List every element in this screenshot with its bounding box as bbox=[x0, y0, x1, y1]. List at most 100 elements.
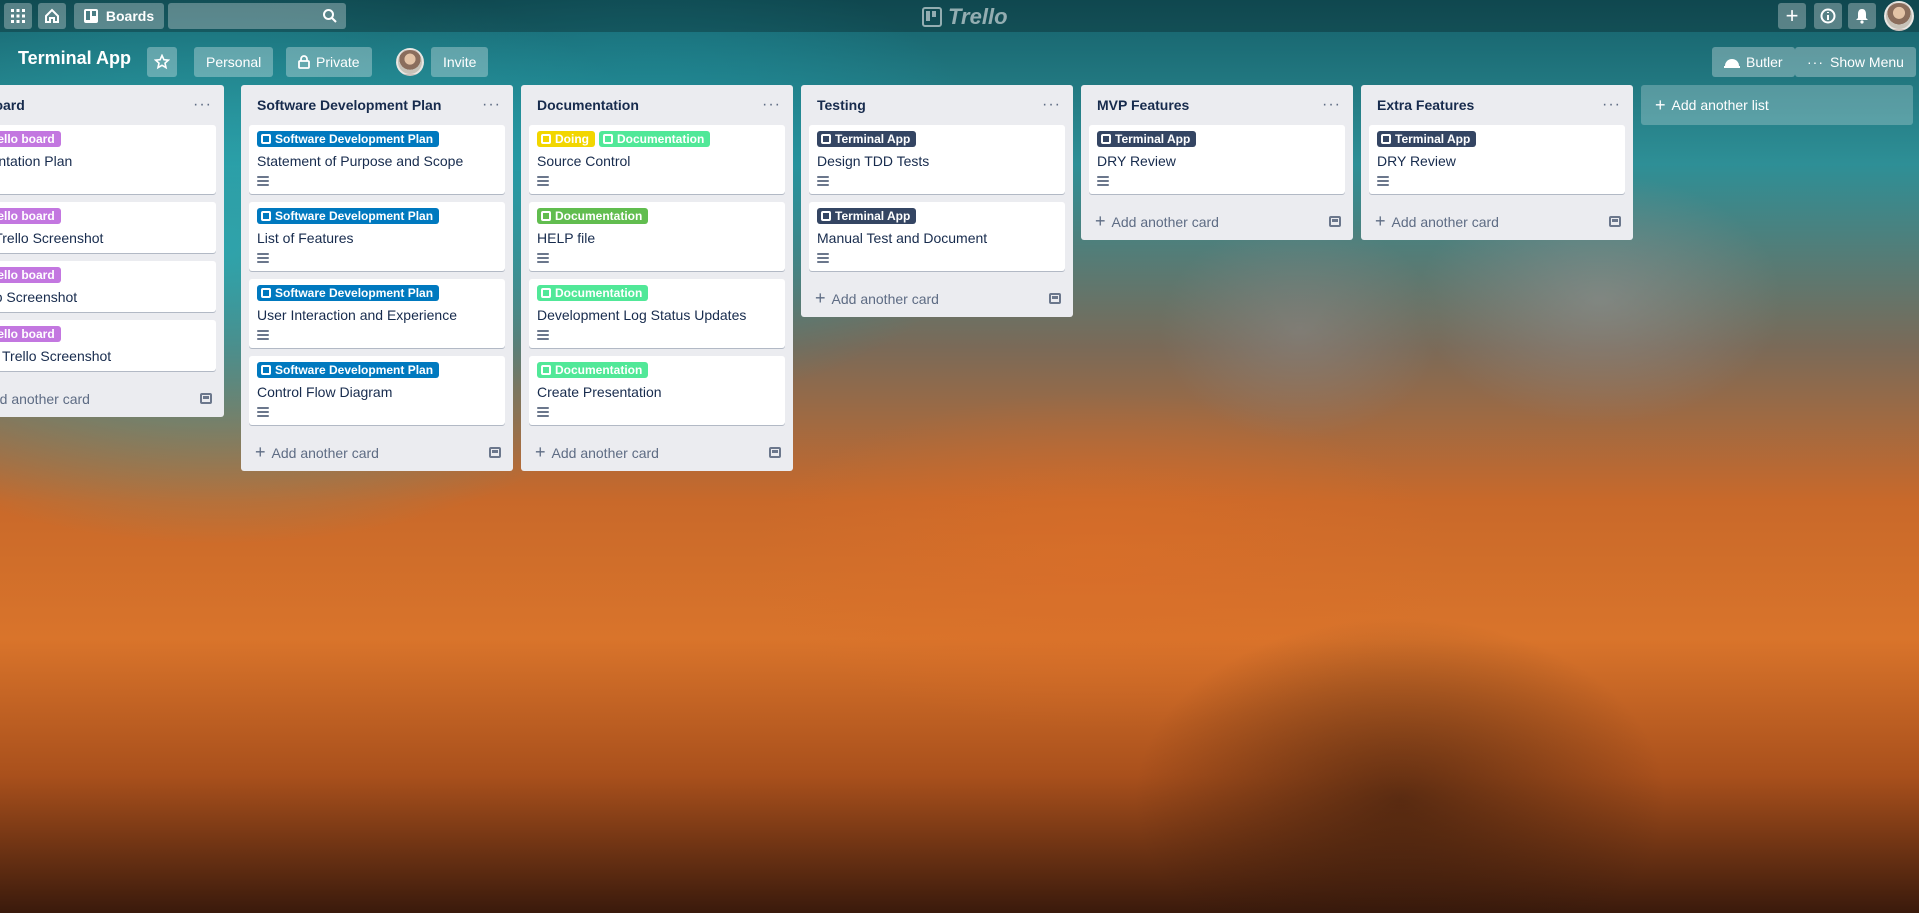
card-label[interactable]: Trello board bbox=[0, 267, 61, 283]
list-header[interactable]: Documentation ··· bbox=[529, 85, 785, 125]
description-icon bbox=[537, 253, 549, 263]
list-header[interactable]: Testing ··· bbox=[809, 85, 1065, 125]
list-menu-icon[interactable]: ··· bbox=[482, 96, 501, 114]
create-button[interactable]: + bbox=[1778, 3, 1806, 29]
card-label[interactable]: Trello board bbox=[0, 326, 61, 342]
star-board-button[interactable] bbox=[147, 47, 177, 77]
add-card-button[interactable]: +Add another card bbox=[249, 433, 505, 471]
card[interactable]: Terminal App DRY Review bbox=[1089, 125, 1345, 194]
invite-label: Invite bbox=[443, 54, 477, 70]
card-label[interactable]: Trello board bbox=[0, 131, 61, 147]
card-labels: Terminal App bbox=[817, 131, 1057, 147]
member-avatar[interactable] bbox=[396, 48, 424, 76]
list-menu-icon[interactable]: ··· bbox=[1602, 96, 1621, 114]
show-menu-button[interactable]: ··· Show Menu bbox=[1795, 47, 1916, 77]
card-label[interactable]: Terminal App bbox=[1377, 131, 1477, 147]
boards-button[interactable]: Boards bbox=[74, 3, 164, 29]
card[interactable]: Trello board ting Trello Screenshot bbox=[0, 202, 216, 253]
list-header[interactable]: Software Development Plan ··· bbox=[249, 85, 505, 125]
add-list-button[interactable]: + Add another list bbox=[1641, 85, 1913, 125]
trello-logo[interactable]: Trello bbox=[922, 4, 1008, 30]
card[interactable]: Terminal App Design TDD Tests bbox=[809, 125, 1065, 194]
card[interactable]: Trello board shed Trello Screenshot bbox=[0, 320, 216, 371]
list-menu-icon[interactable]: ··· bbox=[1042, 96, 1061, 114]
card-label[interactable]: Documentation bbox=[537, 362, 649, 378]
card-label[interactable]: Software Development Plan bbox=[257, 362, 440, 378]
card-label[interactable]: Documentation bbox=[537, 208, 649, 224]
card-label-text: Trello board bbox=[0, 327, 55, 341]
info-button[interactable] bbox=[1814, 3, 1842, 29]
card-labels: Trello board bbox=[0, 267, 208, 283]
list-title[interactable]: Extra Features bbox=[1377, 97, 1474, 113]
card-labels: Trello board bbox=[0, 208, 208, 224]
team-label: Personal bbox=[206, 54, 262, 70]
user-avatar[interactable] bbox=[1884, 1, 1914, 31]
card[interactable]: Software Development Plan User Interactio… bbox=[249, 279, 505, 348]
card[interactable]: Documentation Create Presentation bbox=[529, 356, 785, 425]
card-title: ting Trello Screenshot bbox=[0, 230, 104, 246]
list-title[interactable]: lo Board bbox=[0, 97, 25, 113]
list-header[interactable]: Extra Features ··· bbox=[1369, 85, 1625, 125]
invite-button[interactable]: Invite bbox=[431, 47, 489, 77]
card[interactable]: Terminal App DRY Review bbox=[1369, 125, 1625, 194]
card-label-text: Trello board bbox=[0, 132, 55, 146]
card-template-icon[interactable] bbox=[1049, 292, 1061, 304]
apps-grid-button[interactable] bbox=[4, 3, 32, 29]
card-template-icon[interactable] bbox=[489, 446, 501, 458]
card-label[interactable]: Documentation bbox=[537, 285, 649, 301]
add-card-button[interactable]: +Add another card bbox=[0, 379, 216, 417]
card-labels: Software Development Plan bbox=[257, 208, 497, 224]
card[interactable]: Documentation Development Log Status Upda… bbox=[529, 279, 785, 348]
add-card-button[interactable]: +Add another card bbox=[1369, 202, 1625, 240]
card[interactable]: Trello board Trello Screenshot bbox=[0, 261, 216, 312]
card-template-icon[interactable] bbox=[1609, 215, 1621, 227]
list-menu-icon[interactable]: ··· bbox=[193, 96, 212, 114]
bell-icon bbox=[1856, 9, 1868, 24]
card-label[interactable]: Terminal App bbox=[817, 131, 917, 147]
add-card-button[interactable]: +Add another card bbox=[529, 433, 785, 471]
card[interactable]: Software Development Plan Statement of Pu… bbox=[249, 125, 505, 194]
card-label[interactable]: Terminal App bbox=[817, 208, 917, 224]
card[interactable]: Software Development Plan Control Flow Di… bbox=[249, 356, 505, 425]
list-header[interactable]: MVP Features ··· bbox=[1089, 85, 1345, 125]
board-icon bbox=[83, 9, 98, 23]
add-card-button[interactable]: +Add another card bbox=[1089, 202, 1345, 240]
card-label[interactable]: Software Development Plan bbox=[257, 285, 440, 301]
notifications-button[interactable] bbox=[1848, 3, 1876, 29]
card-template-icon[interactable] bbox=[200, 392, 212, 404]
card-label[interactable]: Software Development Plan bbox=[257, 131, 440, 147]
list-title[interactable]: Software Development Plan bbox=[257, 97, 441, 113]
list-title[interactable]: MVP Features bbox=[1097, 97, 1189, 113]
card[interactable]: Terminal App Manual Test and Document bbox=[809, 202, 1065, 271]
card-label[interactable]: Software Development Plan bbox=[257, 208, 440, 224]
card[interactable]: Doing Documentation Source Control bbox=[529, 125, 785, 194]
card-label[interactable]: Documentation bbox=[599, 131, 711, 147]
visibility-button[interactable]: Private bbox=[286, 47, 372, 77]
plus-icon: + bbox=[1655, 94, 1666, 115]
card-label-text: Terminal App bbox=[835, 209, 911, 223]
plus-icon: + bbox=[815, 287, 826, 308]
card-template-icon[interactable] bbox=[1329, 215, 1341, 227]
list-header[interactable]: lo Board ··· bbox=[0, 85, 216, 125]
search-input[interactable] bbox=[168, 3, 346, 29]
card[interactable]: Software Development Plan List of Feature… bbox=[249, 202, 505, 271]
butler-button[interactable]: Butler bbox=[1712, 47, 1795, 77]
card-template-icon[interactable] bbox=[769, 446, 781, 458]
list-title[interactable]: Documentation bbox=[537, 97, 639, 113]
description-icon bbox=[1097, 176, 1109, 186]
home-button[interactable] bbox=[38, 3, 66, 29]
board-title[interactable]: Terminal App bbox=[18, 48, 131, 69]
list-title[interactable]: Testing bbox=[817, 97, 866, 113]
card-label[interactable]: Doing bbox=[537, 131, 595, 147]
card[interactable]: Trello board lementation Plan bbox=[0, 125, 216, 194]
list-menu-icon[interactable]: ··· bbox=[762, 96, 781, 114]
lock-icon bbox=[298, 55, 310, 69]
add-card-button[interactable]: + Add another card bbox=[809, 279, 1065, 317]
add-card-label: Add another card bbox=[831, 290, 939, 307]
card-label-text: Software Development Plan bbox=[275, 363, 434, 377]
list-menu-icon[interactable]: ··· bbox=[1322, 96, 1341, 114]
team-button[interactable]: Personal bbox=[194, 47, 274, 77]
card-label[interactable]: Trello board bbox=[0, 208, 61, 224]
card[interactable]: Documentation HELP file bbox=[529, 202, 785, 271]
card-label[interactable]: Terminal App bbox=[1097, 131, 1197, 147]
